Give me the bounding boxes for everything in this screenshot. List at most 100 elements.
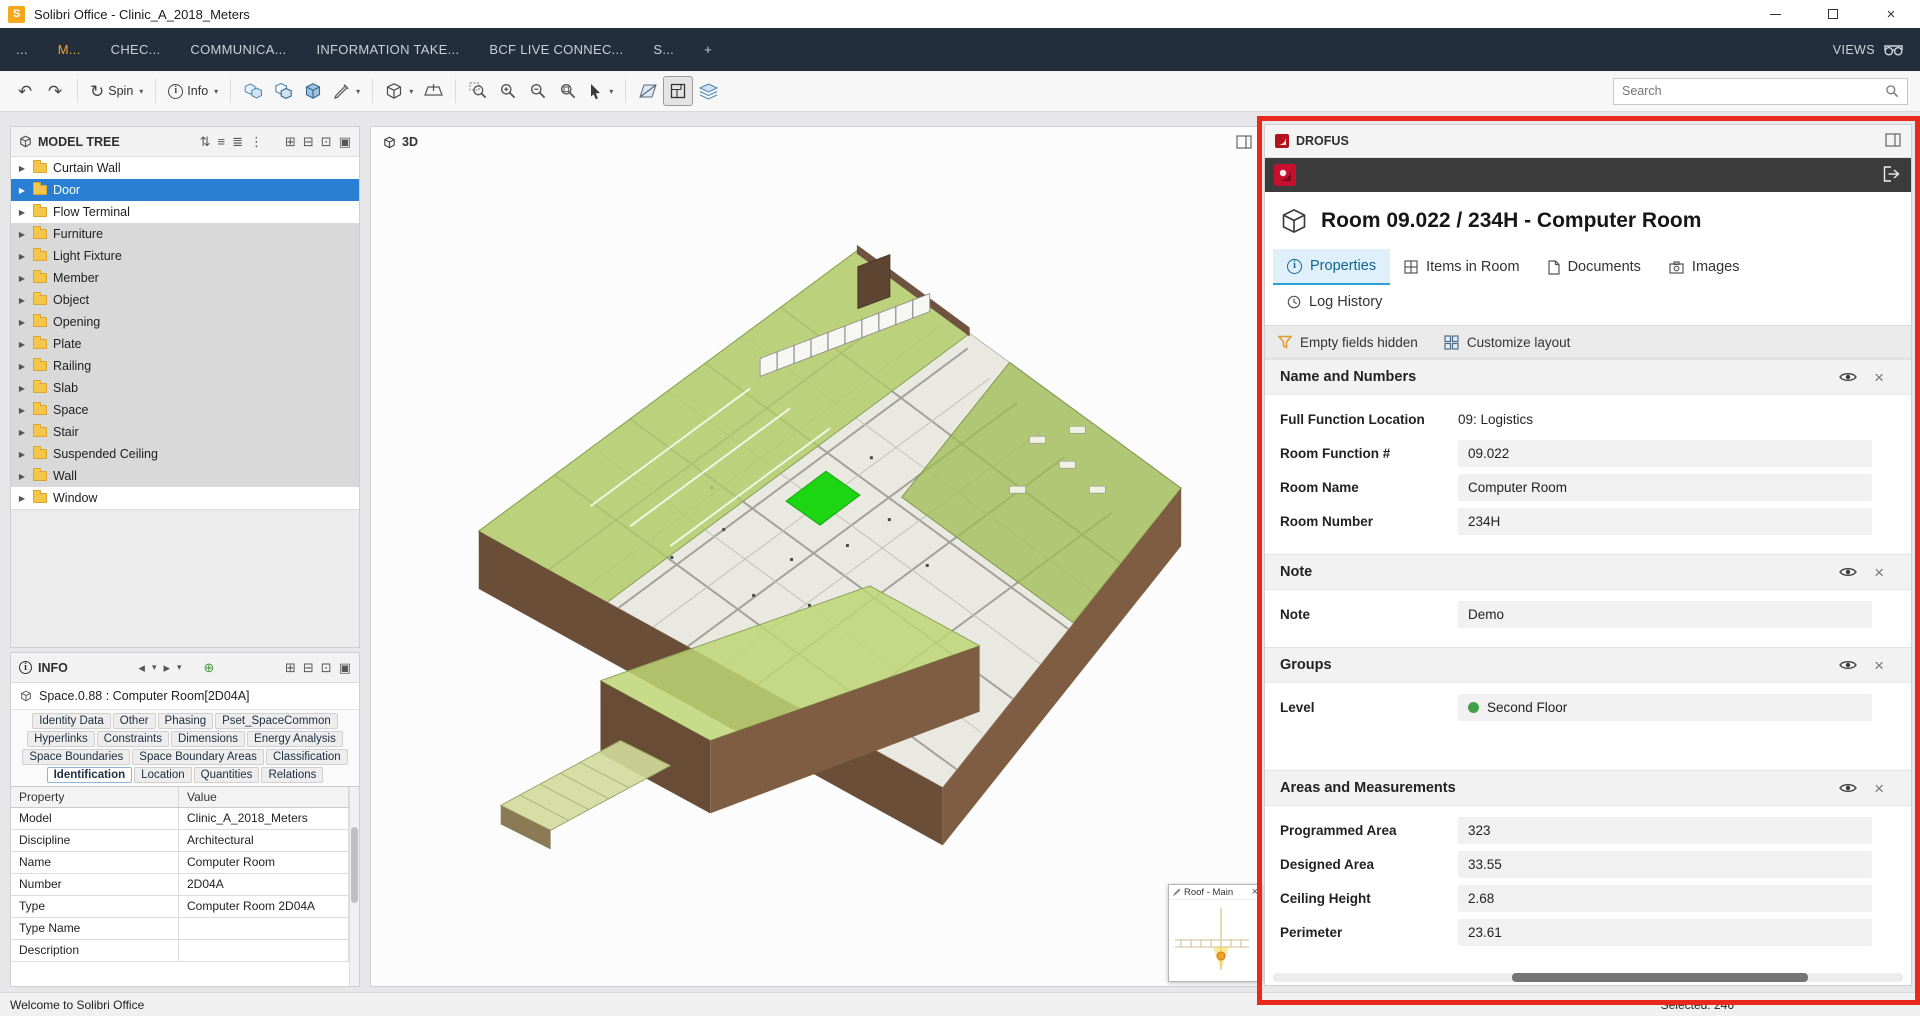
expand-arrow-icon[interactable]: ▶ xyxy=(17,296,27,305)
info-tab-location[interactable]: Location xyxy=(134,767,191,783)
info-tab-other[interactable]: Other xyxy=(113,713,156,729)
markup-button[interactable]: ▾ xyxy=(328,76,365,106)
view-cube-button[interactable]: ▾ xyxy=(380,76,418,106)
drofus-tab-items-in-room[interactable]: Items in Room xyxy=(1390,249,1533,285)
panel-layout-icon[interactable] xyxy=(1236,135,1252,152)
field-value[interactable]: 323 xyxy=(1458,817,1872,844)
panel-layout-icon[interactable] xyxy=(1885,133,1901,150)
info-tab-constraints[interactable]: Constraints xyxy=(97,731,169,747)
close-section-icon[interactable]: × xyxy=(1874,564,1884,581)
tree-item-plate[interactable]: ▶Plate xyxy=(11,333,359,355)
maximize-button[interactable] xyxy=(1804,0,1862,28)
expand-arrow-icon[interactable]: ▶ xyxy=(17,208,27,217)
zoom-area-button[interactable] xyxy=(463,76,493,106)
expand-arrow-icon[interactable]: ▶ xyxy=(17,450,27,459)
tree-item-member[interactable]: ▶Member xyxy=(11,267,359,289)
3d-viewport[interactable] xyxy=(371,127,1260,986)
visibility-eye-icon[interactable] xyxy=(1839,659,1857,671)
redo-button[interactable]: ↷ xyxy=(40,76,70,106)
property-row-discipline[interactable]: DisciplineArchitectural xyxy=(11,830,349,852)
isolate-icon[interactable]: ⊡ xyxy=(321,134,332,150)
close-section-icon[interactable]: × xyxy=(1874,780,1884,797)
selection-basket-button[interactable] xyxy=(298,76,328,106)
info-tab-space-boundaries[interactable]: Space Boundaries xyxy=(22,749,130,765)
scrollbar-thumb[interactable] xyxy=(1512,973,1808,982)
tree-menu-icon[interactable]: ⋮ xyxy=(250,134,263,150)
expand-arrow-icon[interactable]: ▶ xyxy=(17,164,27,173)
tree-item-furniture[interactable]: ▶Furniture xyxy=(11,223,359,245)
select-tool-button[interactable]: ▾ xyxy=(583,76,618,106)
zoom-out-button[interactable] xyxy=(523,76,553,106)
expand-arrow-icon[interactable]: ▶ xyxy=(17,186,27,195)
info-tab-hyperlinks[interactable]: Hyperlinks xyxy=(27,731,95,747)
expand-arrow-icon[interactable]: ▶ xyxy=(17,230,27,239)
field-value[interactable]: Computer Room xyxy=(1458,474,1872,501)
close-button[interactable]: × xyxy=(1862,0,1920,28)
info-tab-identification[interactable]: Identification xyxy=(47,767,133,783)
zoom-in-button[interactable] xyxy=(493,76,523,106)
footprint-button[interactable] xyxy=(663,76,693,106)
drofus-tab-documents[interactable]: Documents xyxy=(1534,249,1655,285)
visibility-eye-icon[interactable] xyxy=(1839,371,1857,383)
menu-tab-information-take[interactable]: INFORMATION TAKE... xyxy=(316,42,459,57)
field-value[interactable]: 23.61 xyxy=(1458,919,1872,946)
flat-list-icon[interactable]: ≡ xyxy=(217,134,225,149)
popup-titlebar[interactable]: Roof - Main × xyxy=(1169,885,1261,900)
tree-item-flow-terminal[interactable]: ▶Flow Terminal xyxy=(11,201,359,223)
empty-fields-toggle[interactable]: Empty fields hidden xyxy=(1300,335,1418,350)
menu-tab-bcf-live-connec[interactable]: BCF LIVE CONNEC... xyxy=(489,42,623,57)
expand-arrow-icon[interactable]: ▶ xyxy=(17,362,27,371)
info-tab-relations[interactable]: Relations xyxy=(261,767,323,783)
group-by-icon[interactable]: ≣ xyxy=(232,134,243,150)
field-value[interactable]: Second Floor xyxy=(1458,694,1872,721)
similar-components-button[interactable] xyxy=(268,76,298,106)
close-icon[interactable]: × xyxy=(1252,887,1258,898)
pick-component-icon[interactable]: ⊕ xyxy=(204,660,215,676)
tree-item-light-fixture[interactable]: ▶Light Fixture xyxy=(11,245,359,267)
history-back-menu-icon[interactable]: ▾ xyxy=(152,662,157,673)
zoom-fit-button[interactable] xyxy=(553,76,583,106)
tree-item-opening[interactable]: ▶Opening xyxy=(11,311,359,333)
roof-main-popup[interactable]: Roof - Main × xyxy=(1168,884,1262,982)
views-control[interactable]: VIEWS xyxy=(1833,42,1904,57)
visibility-eye-icon[interactable] xyxy=(1839,782,1857,794)
menu-tab-s[interactable]: S... xyxy=(653,42,674,57)
property-row-number[interactable]: Number2D04A xyxy=(11,874,349,896)
panel-options-icon[interactable]: ▣ xyxy=(339,134,351,150)
tree-item-railing[interactable]: ▶Railing xyxy=(11,355,359,377)
menu-tab-m[interactable]: M... xyxy=(58,42,81,57)
expand-icon[interactable]: ⊞ xyxy=(285,660,296,676)
tree-item-curtain-wall[interactable]: ▶Curtain Wall xyxy=(11,157,359,179)
property-row-model[interactable]: ModelClinic_A_2018_Meters xyxy=(11,808,349,830)
tree-item-space[interactable]: ▶Space xyxy=(11,399,359,421)
spin-tool-button[interactable]: ↻Spin▾ xyxy=(85,76,148,106)
component-cubes-button[interactable] xyxy=(238,76,268,106)
expand-arrow-icon[interactable]: ▶ xyxy=(17,252,27,261)
history-forward-menu-icon[interactable]: ▾ xyxy=(177,662,182,673)
expand-arrow-icon[interactable]: ▶ xyxy=(17,274,27,283)
menu-tab-communica[interactable]: COMMUNICA... xyxy=(190,42,286,57)
report-icon[interactable]: ⊡ xyxy=(321,660,332,676)
property-row-name[interactable]: NameComputer Room xyxy=(11,852,349,874)
property-row-type-name[interactable]: Type Name xyxy=(11,918,349,940)
menu-tab-chec[interactable]: CHEC... xyxy=(111,42,161,57)
field-value[interactable]: 09.022 xyxy=(1458,440,1872,467)
layers-button[interactable] xyxy=(693,76,723,106)
section-plane-button[interactable] xyxy=(633,76,663,106)
info-tab-dimensions[interactable]: Dimensions xyxy=(171,731,245,747)
tree-item-stair[interactable]: ▶Stair xyxy=(11,421,359,443)
expand-arrow-icon[interactable]: ▶ xyxy=(17,406,27,415)
tree-item-wall[interactable]: ▶Wall xyxy=(11,465,359,487)
field-value[interactable]: 33.55 xyxy=(1458,851,1872,878)
panel-options-icon[interactable]: ▣ xyxy=(339,660,351,676)
property-row-type[interactable]: TypeComputer Room 2D04A xyxy=(11,896,349,918)
visibility-eye-icon[interactable] xyxy=(1839,566,1857,578)
customize-layout-button[interactable]: Customize layout xyxy=(1444,335,1571,350)
hide-all-icon[interactable]: ⊟ xyxy=(303,134,314,150)
collapse-icon[interactable]: ⊟ xyxy=(303,660,314,676)
undo-button[interactable]: ↶ xyxy=(10,76,40,106)
menu-tab-item-7[interactable]: + xyxy=(704,42,712,57)
table-scrollbar[interactable] xyxy=(349,787,359,986)
info-tab-classification[interactable]: Classification xyxy=(266,749,348,765)
hierarchy-sort-icon[interactable]: ⇅ xyxy=(200,134,211,150)
